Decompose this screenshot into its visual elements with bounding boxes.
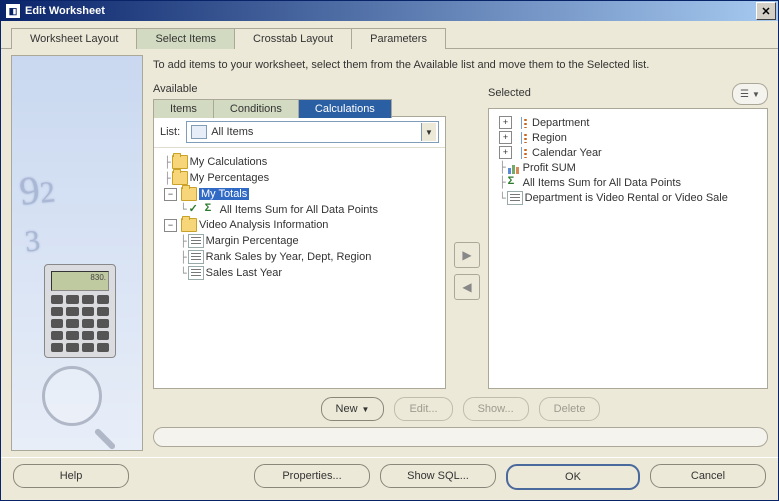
item-action-row: New ▼ Edit... Show... Delete: [153, 389, 768, 425]
dialog-footer: Help Properties... Show SQL... OK Cancel: [1, 457, 778, 500]
node-my-percentages[interactable]: ├ My Percentages: [158, 170, 441, 186]
new-button[interactable]: New ▼: [321, 397, 385, 421]
window-title: Edit Worksheet: [25, 5, 756, 17]
show-button[interactable]: Show...: [463, 397, 529, 421]
node-label: Department is Video Rental or Video Sale: [525, 192, 728, 204]
available-label: Available: [153, 83, 446, 95]
folder-icon: [172, 171, 188, 185]
instruction-text: To add items to your worksheet, select t…: [153, 55, 768, 83]
list-combo-value: All Items: [211, 126, 417, 138]
node-rank-sales[interactable]: ├ Rank Sales by Year, Dept, Region: [158, 249, 441, 265]
shuttle-buttons: ▶ ◀: [454, 83, 480, 389]
sel-node-region[interactable]: + Region: [493, 130, 763, 145]
sheet-icon: [188, 266, 204, 280]
node-sales-last-year[interactable]: └ Sales Last Year: [158, 265, 441, 281]
cancel-button[interactable]: Cancel: [650, 464, 766, 488]
folder-icon: [172, 155, 188, 169]
tab-crosstab-layout[interactable]: Crosstab Layout: [234, 28, 352, 49]
folder-icon: [181, 218, 197, 232]
sigma-icon: [507, 177, 521, 189]
selected-tree[interactable]: + Department + Region +: [489, 109, 767, 388]
wizard-image: 923 830.: [11, 55, 143, 451]
app-icon: ◧: [5, 3, 21, 19]
magnifier-graphic: [42, 366, 112, 436]
chevron-down-icon[interactable]: ▼: [421, 123, 436, 141]
hierarchy-icon: [516, 147, 530, 159]
title-bar: ◧ Edit Worksheet ✕: [1, 1, 778, 21]
sel-node-calendar-year[interactable]: + Calendar Year: [493, 145, 763, 160]
sigma-icon: [204, 204, 218, 216]
available-tree[interactable]: ├ My Calculations ├ My Percentages − My …: [154, 148, 445, 388]
sel-node-department[interactable]: + Department: [493, 115, 763, 130]
node-label: All Items Sum for All Data Points: [523, 177, 681, 189]
sheet-icon: [188, 234, 204, 248]
chevron-down-icon: ▼: [752, 90, 760, 99]
check-icon: [188, 204, 202, 216]
decor-digits: 923: [17, 164, 62, 261]
list-combo-icon: [191, 125, 207, 139]
collapse-icon[interactable]: −: [164, 188, 177, 201]
new-button-label: New: [336, 403, 358, 415]
hierarchy-icon: [516, 117, 530, 129]
node-label: My Calculations: [190, 156, 268, 168]
chevron-down-icon: ▼: [362, 405, 370, 414]
calculator-graphic: 830.: [44, 264, 116, 358]
node-label: Sales Last Year: [206, 267, 282, 279]
delete-button[interactable]: Delete: [539, 397, 601, 421]
view-mode-button[interactable]: ☰ ▼: [732, 83, 768, 105]
list-combobox[interactable]: All Items ▼: [186, 121, 439, 143]
subtab-calculations[interactable]: Calculations: [298, 99, 392, 118]
node-my-calculations[interactable]: ├ My Calculations: [158, 154, 441, 170]
ok-button[interactable]: OK: [506, 464, 640, 490]
node-my-totals[interactable]: − My Totals: [158, 186, 441, 202]
node-label: Rank Sales by Year, Dept, Region: [206, 251, 372, 263]
sheet-icon: [188, 250, 204, 264]
show-sql-button[interactable]: Show SQL...: [380, 464, 496, 488]
node-label: Profit SUM: [523, 162, 576, 174]
hierarchy-icon: [516, 132, 530, 144]
properties-button[interactable]: Properties...: [254, 464, 370, 488]
node-video-analysis[interactable]: − Video Analysis Information: [158, 217, 441, 233]
sel-node-all-items-sum[interactable]: ├ All Items Sum for All Data Points: [493, 175, 763, 190]
list-view-icon: ☰: [740, 89, 749, 100]
top-tabstrip: Worksheet Layout Select Items Crosstab L…: [1, 21, 778, 49]
sel-node-dept-video[interactable]: └ Department is Video Rental or Video Sa…: [493, 190, 763, 206]
edit-button[interactable]: Edit...: [394, 397, 452, 421]
subtab-items[interactable]: Items: [153, 99, 214, 118]
selected-label: Selected: [488, 87, 531, 99]
expand-icon[interactable]: +: [499, 146, 512, 159]
help-button[interactable]: Help: [13, 464, 129, 488]
node-label: Calendar Year: [532, 147, 602, 159]
list-label: List:: [160, 126, 180, 138]
close-button[interactable]: ✕: [756, 2, 776, 20]
expand-icon[interactable]: +: [499, 116, 512, 129]
node-label: All Items Sum for All Data Points: [220, 204, 378, 216]
tab-worksheet-layout[interactable]: Worksheet Layout: [11, 28, 137, 49]
node-margin-pct[interactable]: ├ Margin Percentage: [158, 233, 441, 249]
status-bar: [153, 425, 768, 447]
node-label: My Totals: [199, 188, 249, 200]
expand-icon[interactable]: +: [499, 131, 512, 144]
sel-node-profit-sum[interactable]: ├ Profit SUM: [493, 160, 763, 175]
measure-icon: [507, 162, 521, 174]
node-label: My Percentages: [190, 172, 269, 184]
available-subtabs: Items Conditions Calculations: [153, 98, 446, 117]
node-label: Margin Percentage: [206, 235, 299, 247]
move-right-button[interactable]: ▶: [454, 242, 480, 268]
node-label: Video Analysis Information: [199, 219, 328, 231]
node-all-items-sum[interactable]: └ All Items Sum for All Data Points: [158, 202, 441, 217]
tab-select-items[interactable]: Select Items: [136, 28, 235, 49]
node-label: Department: [532, 117, 589, 129]
subtab-conditions[interactable]: Conditions: [213, 99, 299, 118]
folder-icon: [181, 187, 197, 201]
collapse-icon[interactable]: −: [164, 219, 177, 232]
move-left-button[interactable]: ◀: [454, 274, 480, 300]
tab-parameters[interactable]: Parameters: [351, 28, 446, 49]
node-label: Region: [532, 132, 567, 144]
calc-display: 830.: [51, 271, 109, 291]
sheet-icon: [507, 191, 523, 205]
